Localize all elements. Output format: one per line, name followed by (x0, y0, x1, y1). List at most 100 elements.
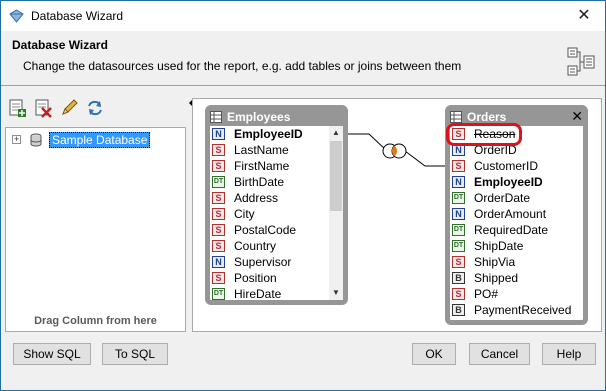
field-type-badge-icon: S (212, 160, 225, 172)
field-name[interactable]: PaymentReceived (474, 303, 571, 317)
cancel-button[interactable]: Cancel (469, 343, 530, 365)
field-name[interactable]: OrderAmount (474, 207, 546, 221)
field-row[interactable]: N EmployeeID (450, 174, 583, 190)
field-type-badge-icon: B (452, 304, 465, 316)
field-row[interactable]: S CustomerID (450, 158, 583, 174)
query-design-canvas[interactable]: Employees N EmployeeID S LastName S FirstName… (192, 98, 602, 332)
field-name[interactable]: HireDate (234, 287, 281, 301)
field-name[interactable]: Supervisor (234, 255, 291, 269)
field-name[interactable]: OrderDate (474, 191, 530, 205)
table-icon (210, 111, 222, 123)
employees-scrollbar[interactable]: ▲ ▼ (329, 126, 343, 300)
field-row[interactable]: S PostalCode (210, 222, 343, 238)
scroll-down-arrow-icon[interactable]: ▼ (329, 286, 343, 300)
field-row[interactable]: DT BirthDate (210, 174, 343, 190)
employees-table-box[interactable]: Employees N EmployeeID S LastName S FirstName… (205, 105, 348, 305)
tree-item-label[interactable]: Sample Database (49, 132, 151, 148)
field-type-badge-icon: DT (212, 176, 225, 188)
field-name[interactable]: EmployeeID (234, 127, 303, 141)
field-type-badge-icon: S (452, 160, 465, 172)
field-row[interactable]: DT RequiredDate (450, 222, 583, 238)
tree-item-sample-database[interactable]: + Sample Database (12, 132, 182, 148)
field-type-badge-icon: S (452, 256, 465, 268)
field-row[interactable]: S Position (210, 270, 343, 286)
field-row[interactable]: N Supervisor (210, 254, 343, 270)
database-wizard-window: Database Wizard ✕ Database Wizard Change… (0, 0, 606, 391)
highlight-annotation (446, 123, 522, 146)
join-venn-icon[interactable] (382, 143, 407, 159)
help-button[interactable]: Help (542, 343, 596, 365)
field-type-badge-icon: DT (452, 240, 465, 252)
to-sql-button[interactable]: To SQL (102, 343, 168, 365)
field-row[interactable]: S City (210, 206, 343, 222)
field-type-badge-icon: S (212, 192, 225, 204)
header-description: Change the datasources used for the repo… (23, 59, 462, 73)
field-type-badge-icon: S (212, 208, 225, 220)
wizard-diamond-icon (9, 9, 24, 23)
field-name[interactable]: PO# (474, 287, 498, 301)
orders-table-name: Orders (467, 110, 507, 124)
title-bar: Database Wizard ✕ (1, 1, 605, 31)
field-row[interactable]: N EmployeeID (210, 126, 343, 142)
scrollbar-thumb[interactable] (330, 141, 342, 211)
orders-field-list: S Reason N OrderID S CustomerID N EmployeeID DT O… (450, 126, 583, 318)
field-name[interactable]: ShipDate (474, 239, 523, 253)
edit-pencil-icon[interactable] (59, 98, 79, 118)
show-sql-button[interactable]: Show SQL (13, 343, 91, 365)
field-name[interactable]: EmployeeID (474, 175, 543, 189)
field-name[interactable]: Address (234, 191, 278, 205)
field-name[interactable]: Shipped (474, 271, 518, 285)
close-window-button[interactable]: ✕ (569, 3, 599, 29)
field-name[interactable]: CustomerID (474, 159, 538, 173)
field-row[interactable]: S PO# (450, 286, 583, 302)
field-row[interactable]: S Address (210, 190, 343, 206)
field-type-badge-icon: S (212, 240, 225, 252)
field-name[interactable]: ShipVia (474, 255, 515, 269)
employees-table-name: Employees (227, 110, 291, 124)
field-type-badge-icon: N (452, 208, 465, 220)
field-name[interactable]: FirstName (234, 159, 289, 173)
field-row[interactable]: S LastName (210, 142, 343, 158)
window-title: Database Wizard (31, 9, 124, 23)
field-type-badge-icon: S (212, 144, 225, 156)
field-row[interactable]: DT HireDate (210, 286, 343, 302)
field-row[interactable]: S Country (210, 238, 343, 254)
field-name[interactable]: City (234, 207, 255, 221)
ok-button[interactable]: OK (412, 343, 456, 365)
field-name[interactable]: Position (234, 271, 277, 285)
field-row[interactable]: DT OrderDate (450, 190, 583, 206)
field-type-badge-icon: N (212, 256, 225, 268)
field-type-badge-icon: DT (212, 288, 225, 300)
field-row[interactable]: S FirstName (210, 158, 343, 174)
datasource-tree-panel: + Sample Database Drag Column from here (5, 127, 186, 332)
dialog-button-bar: Show SQL To SQL OK Cancel Help (1, 336, 605, 390)
close-table-icon[interactable]: ✕ (571, 109, 583, 123)
field-type-badge-icon: S (212, 224, 225, 236)
field-type-badge-icon: DT (452, 192, 465, 204)
field-row[interactable]: B Shipped (450, 270, 583, 286)
table-icon (450, 111, 462, 123)
wizard-header: Database Wizard Change the datasources u… (1, 31, 605, 86)
field-type-badge-icon: N (212, 128, 225, 140)
delete-table-icon[interactable] (33, 98, 53, 118)
field-name[interactable]: LastName (234, 143, 289, 157)
field-type-badge-icon: DT (452, 224, 465, 236)
field-row[interactable]: DT ShipDate (450, 238, 583, 254)
new-table-icon[interactable] (7, 98, 27, 118)
database-icon (30, 133, 42, 147)
field-type-badge-icon: N (452, 176, 465, 188)
header-title: Database Wizard (12, 38, 108, 52)
field-name[interactable]: PostalCode (234, 223, 296, 237)
field-name[interactable]: BirthDate (234, 175, 284, 189)
field-type-badge-icon: B (452, 272, 465, 284)
expand-plus-icon[interactable]: + (12, 135, 21, 144)
field-name[interactable]: Country (234, 239, 276, 253)
field-row[interactable]: S ShipVia (450, 254, 583, 270)
field-row[interactable]: N OrderAmount (450, 206, 583, 222)
refresh-icon[interactable] (85, 98, 105, 118)
datasource-toolbar (5, 98, 185, 124)
scroll-up-arrow-icon[interactable]: ▲ (329, 126, 343, 140)
field-row[interactable]: B PaymentReceived (450, 302, 583, 318)
field-name[interactable]: RequiredDate (474, 223, 548, 237)
employees-table-header[interactable]: Employees (210, 110, 343, 126)
